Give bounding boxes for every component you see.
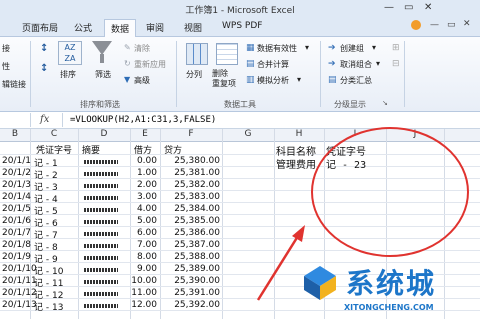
- watermark-logo-icon: [300, 262, 340, 302]
- watermark-brand: 系统城: [346, 267, 437, 300]
- pointer-arrow-shaft: [256, 235, 300, 301]
- watermark-domain: XITONGCHENG.COM: [344, 303, 434, 312]
- highlight-circle: [311, 127, 469, 257]
- pointer-arrow-head: [292, 225, 305, 242]
